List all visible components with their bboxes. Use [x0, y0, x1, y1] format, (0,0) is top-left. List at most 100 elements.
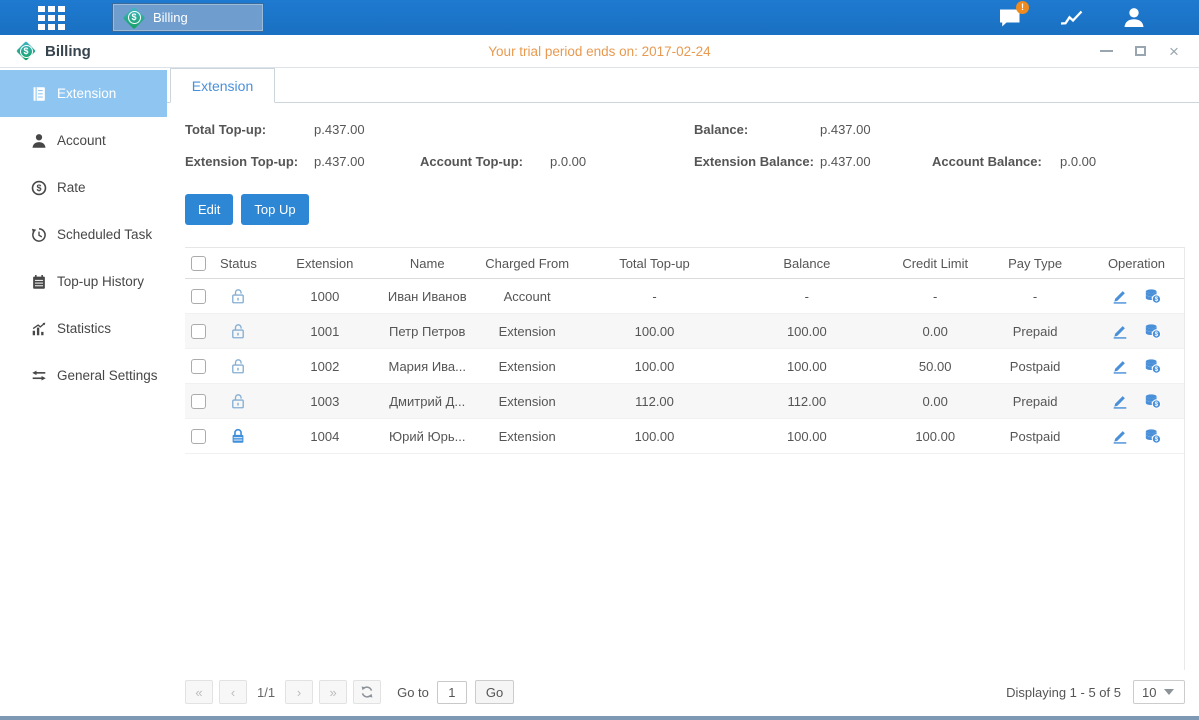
cell-balance: - [724, 289, 889, 304]
total-topup-value: p.437.00 [314, 122, 365, 137]
go-button[interactable]: Go [475, 680, 514, 704]
select-all-checkbox[interactable] [191, 256, 206, 271]
window-title-bar: $ Billing Your trial period ends on: 201… [0, 35, 1199, 68]
table-row: 1001 Петр Петров Extension 100.00 100.00… [185, 314, 1184, 349]
cell-extension: 1000 [265, 289, 385, 304]
account-balance-value: p.0.00 [1060, 154, 1096, 169]
col-name: Name [385, 256, 470, 271]
cell-pay-type: Prepaid [981, 324, 1089, 339]
topup-coins-icon[interactable]: $ [1144, 357, 1162, 375]
close-icon[interactable]: × [1165, 42, 1183, 60]
cell-total-topup: 100.00 [585, 429, 725, 444]
sidebar-item-label: Extension [57, 86, 116, 101]
sidebar-item-rate[interactable]: $ Rate [0, 164, 167, 211]
account-topup-label: Account Top-up: [420, 154, 523, 169]
row-checkbox[interactable] [191, 394, 206, 409]
cell-credit-limit: 100.00 [889, 429, 981, 444]
notification-badge: ! [1016, 1, 1029, 14]
table-row: 1003 Дмитрий Д... Extension 112.00 112.0… [185, 384, 1184, 419]
cell-total-topup: 100.00 [585, 324, 725, 339]
account-topup-value: p.0.00 [550, 154, 586, 169]
col-charged-from: Charged From [470, 256, 585, 271]
first-page-button[interactable]: « [185, 680, 213, 704]
sidebar-item-general-settings[interactable]: General Settings [0, 352, 167, 399]
sidebar-item-label: Scheduled Task [57, 227, 152, 242]
extension-table: Status Extension Name Charged From Total… [185, 247, 1185, 670]
status-unlocked-icon[interactable] [229, 392, 247, 410]
topup-coins-icon[interactable]: $ [1144, 322, 1162, 340]
edit-pencil-icon[interactable] [1111, 392, 1129, 410]
sidebar-item-scheduled-task[interactable]: Scheduled Task [0, 211, 167, 258]
window-bottom-edge [0, 716, 1199, 720]
resource-monitor-icon[interactable] [1058, 5, 1085, 31]
chevron-down-icon [1164, 689, 1174, 695]
col-operation: Operation [1089, 256, 1184, 271]
account-person-icon [30, 132, 48, 150]
cell-extension: 1002 [265, 359, 385, 374]
topup-coins-icon[interactable]: $ [1144, 392, 1162, 410]
status-locked-icon[interactable] [229, 427, 247, 445]
last-page-button[interactable]: » [319, 680, 347, 704]
chat-icon[interactable]: ! [996, 5, 1023, 31]
page-indicator: 1/1 [257, 685, 275, 700]
pagination-bar: « ‹ 1/1 › » Go to Go Displaying 1 - 5 of… [185, 670, 1185, 714]
svg-text:$: $ [1155, 436, 1159, 443]
balance-label: Balance: [694, 122, 748, 137]
top-up-button[interactable]: Top Up [241, 194, 308, 225]
tab-extension[interactable]: Extension [170, 68, 275, 103]
row-checkbox[interactable] [191, 429, 206, 444]
row-checkbox[interactable] [191, 324, 206, 339]
sidebar-item-topup-history[interactable]: Top-up History [0, 258, 167, 305]
edit-pencil-icon[interactable] [1111, 322, 1129, 340]
cell-pay-type: - [981, 289, 1089, 304]
col-total-topup: Total Top-up [585, 256, 725, 271]
displaying-count: Displaying 1 - 5 of 5 [1006, 685, 1121, 700]
sidebar-item-extension[interactable]: Extension [0, 70, 167, 117]
maximize-icon[interactable] [1131, 42, 1149, 60]
cell-name: Иван Иванов [385, 289, 470, 304]
billing-window-icon: $ [13, 38, 39, 64]
rate-dollar-icon: $ [30, 179, 48, 197]
row-checkbox[interactable] [191, 359, 206, 374]
cell-pay-type: Postpaid [981, 359, 1089, 374]
next-page-button[interactable]: › [285, 680, 313, 704]
user-icon[interactable] [1120, 5, 1147, 31]
status-unlocked-icon[interactable] [229, 322, 247, 340]
col-pay-type: Pay Type [981, 256, 1089, 271]
edit-pencil-icon[interactable] [1111, 427, 1129, 445]
cell-credit-limit: - [889, 289, 981, 304]
sidebar-item-statistics[interactable]: Statistics [0, 305, 167, 352]
cell-name: Дмитрий Д... [385, 394, 470, 409]
sidebar-item-label: Account [57, 133, 106, 148]
topbar-tab-billing[interactable]: $ Billing [112, 3, 264, 32]
cell-balance: 100.00 [724, 324, 889, 339]
sidebar-item-label: Top-up History [57, 274, 144, 289]
cell-balance: 112.00 [724, 394, 889, 409]
apps-grid-icon[interactable] [38, 6, 68, 30]
row-checkbox[interactable] [191, 289, 206, 304]
status-unlocked-icon[interactable] [229, 357, 247, 375]
cell-extension: 1004 [265, 429, 385, 444]
topup-coins-icon[interactable]: $ [1144, 287, 1162, 305]
goto-page-input[interactable] [437, 681, 467, 704]
table-header: Status Extension Name Charged From Total… [185, 247, 1184, 279]
refresh-icon[interactable] [353, 680, 381, 704]
minimize-icon[interactable] [1097, 42, 1115, 60]
page-size-select[interactable]: 10 [1133, 680, 1185, 704]
edit-pencil-icon[interactable] [1111, 357, 1129, 375]
account-balance-label: Account Balance: [932, 154, 1042, 169]
prev-page-button[interactable]: ‹ [219, 680, 247, 704]
cell-credit-limit: 0.00 [889, 324, 981, 339]
cell-total-topup: - [585, 289, 725, 304]
sidebar: Extension Account $ Rate Scheduled Task [0, 68, 167, 716]
cell-name: Юрий Юрь... [385, 429, 470, 444]
cell-credit-limit: 50.00 [889, 359, 981, 374]
topup-coins-icon[interactable]: $ [1144, 427, 1162, 445]
sidebar-item-account[interactable]: Account [0, 117, 167, 164]
edit-button[interactable]: Edit [185, 194, 233, 225]
extension-balance-label: Extension Balance: [694, 154, 814, 169]
extension-topup-label: Extension Top-up: [185, 154, 298, 169]
edit-pencil-icon[interactable] [1111, 287, 1129, 305]
status-unlocked-icon[interactable] [229, 287, 247, 305]
cell-pay-type: Prepaid [981, 394, 1089, 409]
